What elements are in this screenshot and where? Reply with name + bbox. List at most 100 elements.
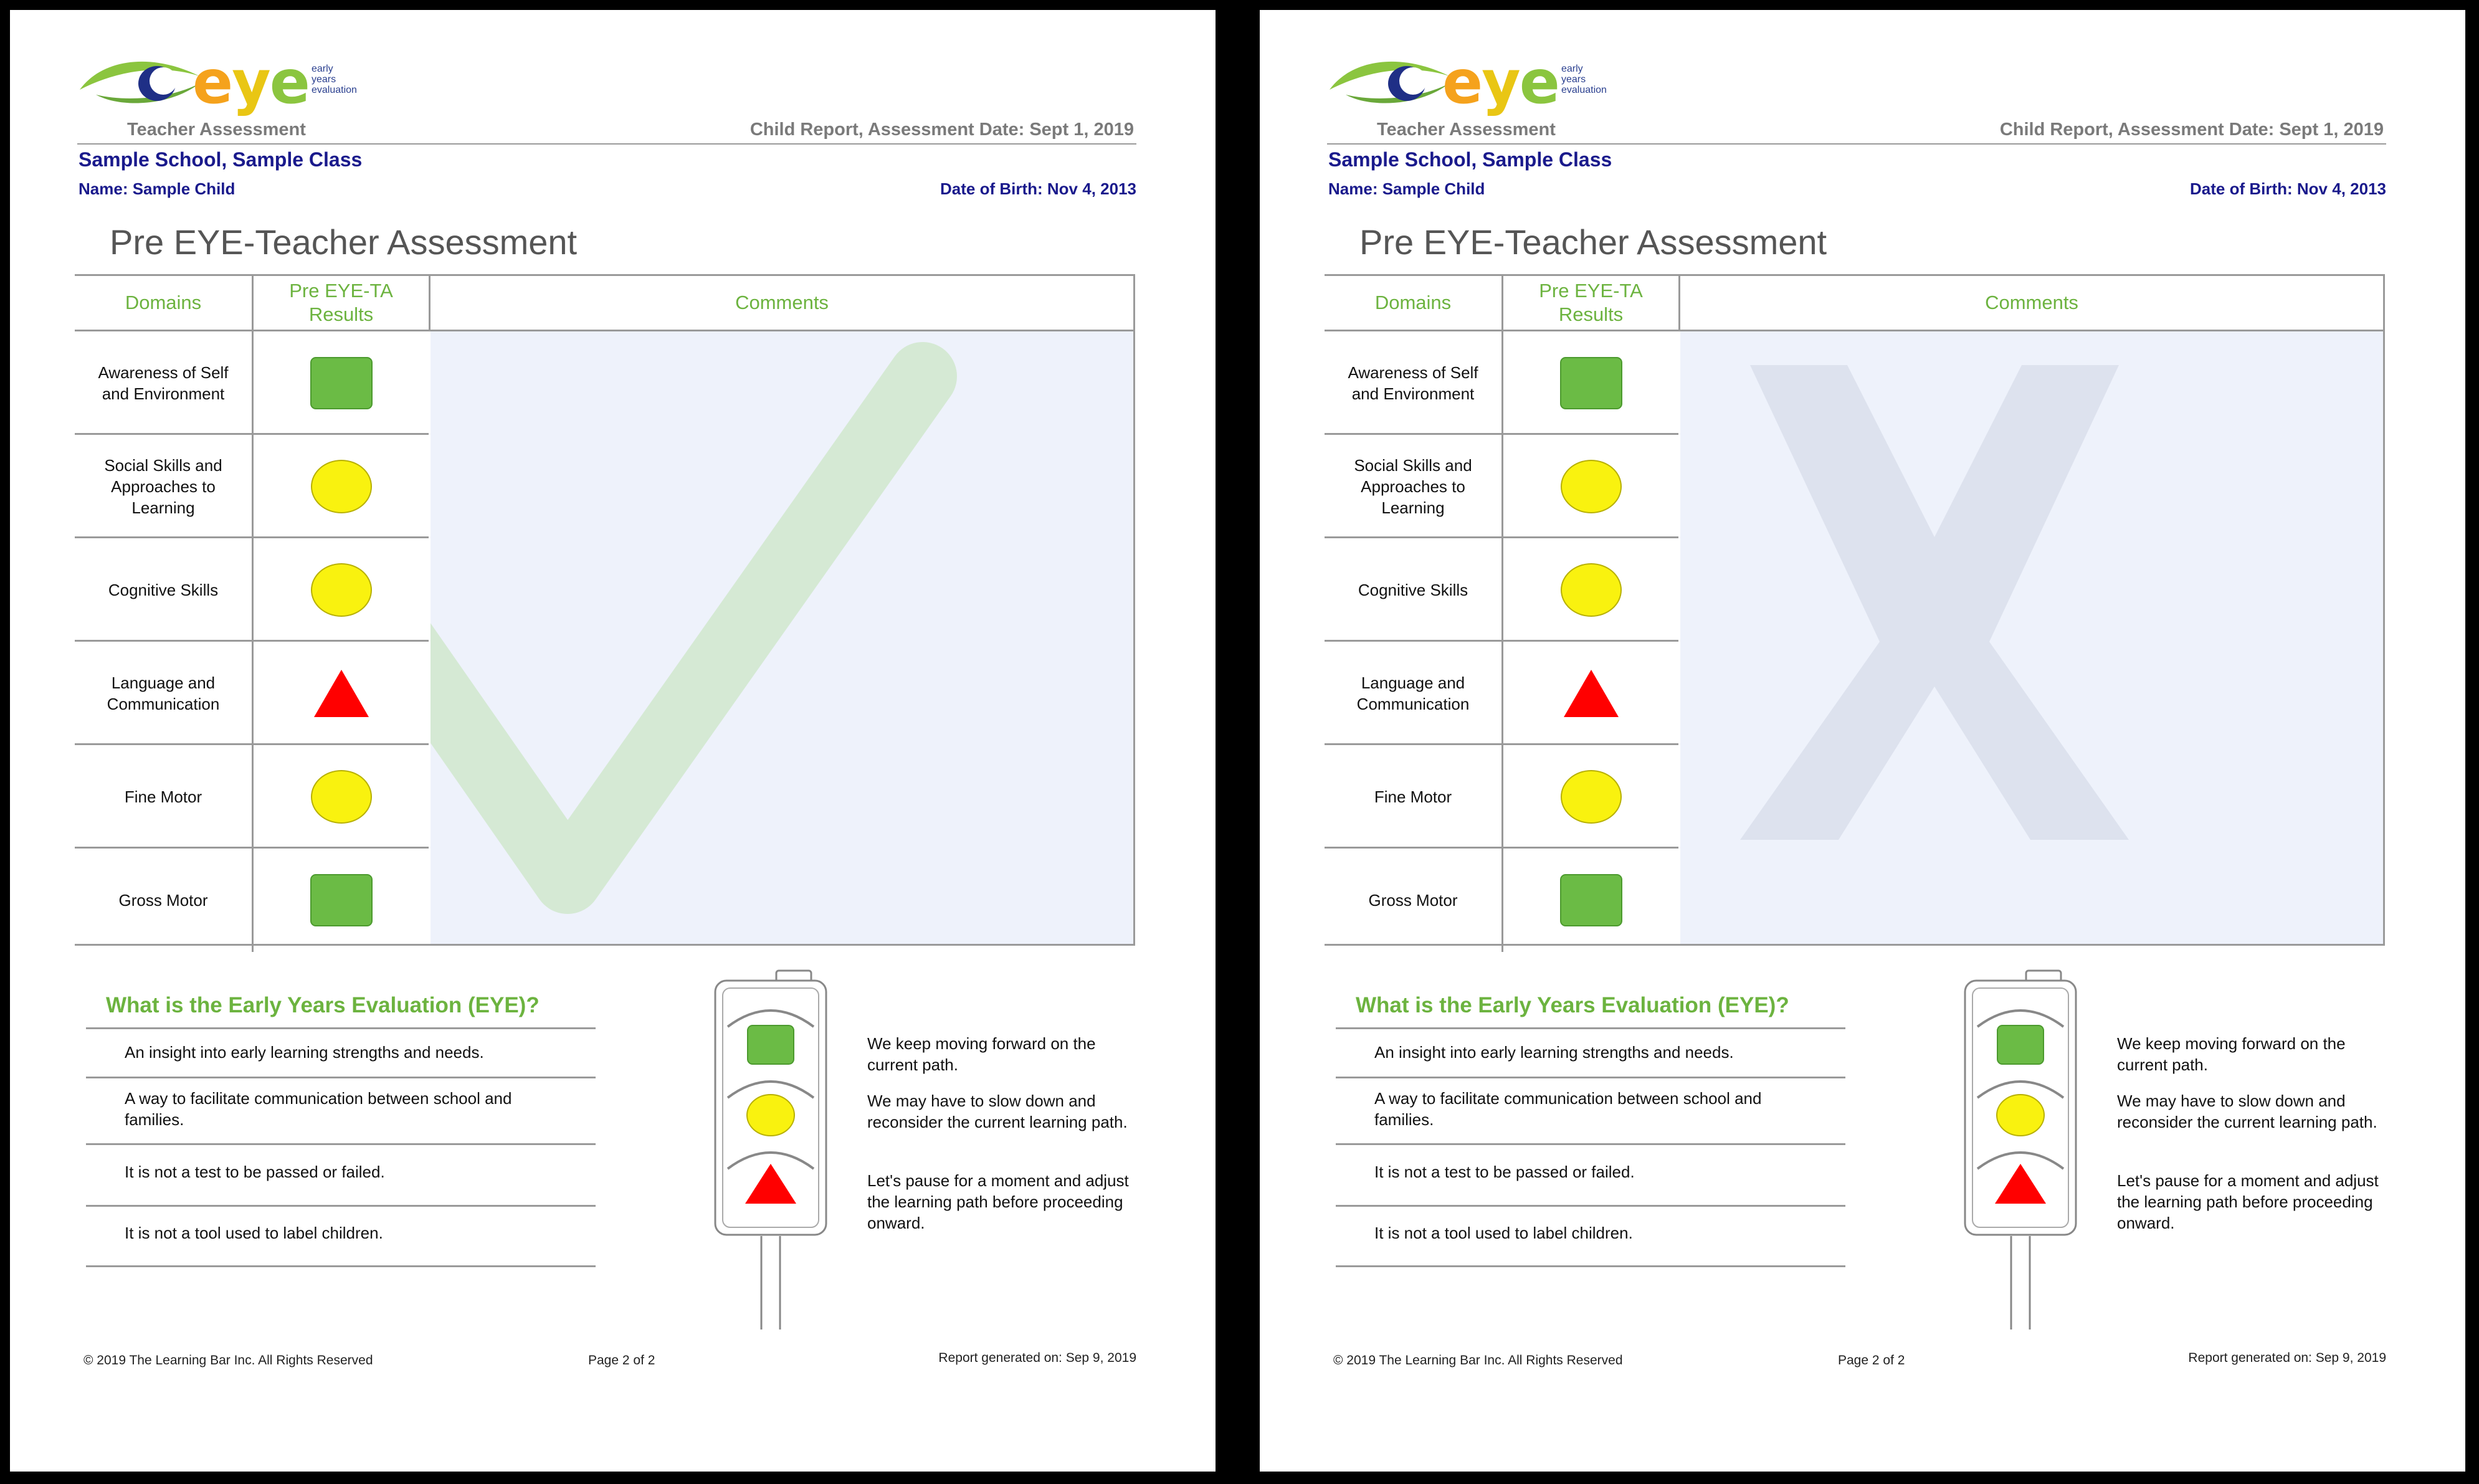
info-item: It is not a tool used to label children.: [125, 1224, 383, 1242]
yellow-circle-icon: [310, 460, 372, 513]
green-square-icon: [1559, 357, 1622, 409]
legend-yellow: We may have to slow down and reconsider …: [2117, 1092, 2377, 1131]
page-title: Pre EYE-Teacher Assessment: [110, 222, 578, 262]
assessment-type: Teacher Assessment: [127, 120, 306, 140]
result-cell: [1501, 642, 1678, 745]
report-date: Child Report, Assessment Date: Sept 1, 2…: [1999, 120, 2384, 140]
yellow-circle-icon: [1560, 770, 1622, 824]
result-cell: [252, 538, 429, 642]
domain-label: Cognitive Skills: [1358, 581, 1468, 599]
logo-tagline: early years evaluation: [312, 64, 357, 95]
report-page: eye early years evaluation Teacher Asses…: [10, 10, 1216, 1472]
yellow-circle-icon: [1560, 460, 1622, 513]
result-cell: [1501, 435, 1678, 538]
result-cell: [252, 435, 429, 538]
table-row: Gross Motor: [75, 849, 429, 952]
generated-date: Report generated on: Sep 9, 2019: [938, 1351, 1136, 1365]
domain-label: Social Skills and Approaches to Learning: [104, 456, 222, 517]
domain-label: Awareness of Self and Environment: [98, 363, 229, 403]
table-row: Cognitive Skills: [75, 538, 429, 642]
info-item: A way to facilitate communication betwee…: [1374, 1089, 1762, 1129]
info-title: What is the Early Years Evaluation (EYE)…: [1356, 993, 1789, 1017]
eye-swoosh-icon: [80, 61, 199, 103]
generated-date: Report generated on: Sep 9, 2019: [2188, 1351, 2386, 1365]
yellow-circle-icon: [310, 563, 372, 617]
result-cell: [1501, 538, 1678, 642]
child-name: Name: Sample Child: [79, 179, 236, 198]
domain-label: Gross Motor: [1368, 891, 1458, 910]
legend-yellow: We may have to slow down and reconsider …: [867, 1092, 1128, 1131]
column-header-domains: Domains: [1374, 292, 1452, 313]
comments-area: [431, 331, 1133, 944]
assessment-type: Teacher Assessment: [1377, 120, 1556, 140]
domain-label: Awareness of Self and Environment: [1348, 363, 1478, 403]
eye-swoosh-icon: [1330, 61, 1449, 103]
x-mark-icon: [1740, 365, 2129, 840]
copyright: © 2019 The Learning Bar Inc. All Rights …: [83, 1353, 373, 1367]
result-cell: [252, 331, 429, 435]
results-table: Domains Pre EYE-TA Results Comments Awar…: [75, 274, 1135, 952]
traffic-light-icon: [1964, 969, 2077, 1329]
page-number: Page 2 of 2: [1838, 1353, 1905, 1367]
eye-logo: eye early years evaluation: [77, 46, 401, 121]
domain-label: Gross Motor: [118, 891, 208, 910]
result-cell: [252, 745, 429, 849]
red-triangle-icon: [313, 670, 369, 717]
column-header-results: Pre EYE-TA Results: [1501, 276, 1678, 330]
legend-red: Let's pause for a moment and adjust the …: [867, 1171, 1129, 1232]
logo-tagline: early years evaluation: [1561, 64, 1607, 95]
green-square-icon: [310, 357, 373, 409]
yellow-circle-icon: [310, 770, 372, 824]
result-cell: [1501, 849, 1678, 952]
report-date: Child Report, Assessment Date: Sept 1, 2…: [749, 120, 1134, 140]
green-square-icon: [1559, 874, 1622, 926]
logo-wordmark: eye: [1442, 47, 1560, 117]
table-row: Gross Motor: [1325, 849, 1678, 952]
domain-label: Language and Communication: [107, 673, 220, 713]
info-item: A way to facilitate communication betwee…: [125, 1089, 512, 1129]
copyright: © 2019 The Learning Bar Inc. All Rights …: [1333, 1353, 1623, 1367]
column-header-domains: Domains: [125, 292, 202, 313]
column-header-results: Pre EYE-TA Results: [252, 276, 429, 330]
table-row: Social Skills and Approaches to Learning: [75, 435, 429, 538]
column-header-comments: Comments: [429, 276, 1133, 330]
table-row: Cognitive Skills: [1325, 538, 1678, 642]
info-item: It is not a tool used to label children.: [1374, 1224, 1633, 1242]
page-title: Pre EYE-Teacher Assessment: [1359, 222, 1827, 262]
school-name: Sample School, Sample Class: [79, 148, 363, 171]
table-row: Language and Communication: [75, 642, 429, 745]
results-table: Domains Pre EYE-TA Results Comments Awar…: [1325, 274, 2385, 952]
result-cell: [252, 642, 429, 745]
domain-label: Fine Motor: [1374, 787, 1452, 806]
result-cell: [252, 849, 429, 952]
column-header-comments: Comments: [1678, 276, 2383, 330]
green-square-icon: [310, 874, 373, 926]
page-number: Page 2 of 2: [588, 1353, 655, 1367]
school-name: Sample School, Sample Class: [1328, 148, 1612, 171]
domain-label: Social Skills and Approaches to Learning: [1354, 456, 1472, 517]
yellow-circle-icon: [1560, 563, 1622, 617]
table-row: Language and Communication: [1325, 642, 1678, 745]
info-item: An insight into early learning strengths…: [125, 1043, 484, 1062]
info-item: An insight into early learning strengths…: [1374, 1043, 1734, 1062]
checkmark-icon: [431, 342, 957, 914]
comments-area: [1680, 331, 2383, 944]
table-row: Awareness of Self and Environment: [75, 331, 429, 435]
domain-label: Cognitive Skills: [108, 581, 219, 599]
date-of-birth: Date of Birth: Nov 4, 2013: [940, 179, 1136, 198]
red-triangle-icon: [1563, 670, 1619, 717]
legend-red: Let's pause for a moment and adjust the …: [2117, 1171, 2379, 1232]
traffic-light-icon: [714, 969, 827, 1329]
table-row: Awareness of Self and Environment: [1325, 331, 1678, 435]
report-page: eye early years evaluation Teacher Asses…: [1260, 10, 2465, 1472]
logo-wordmark: eye: [193, 47, 310, 117]
report-header: Teacher Assessment Child Report, Assessm…: [1327, 116, 2386, 145]
eye-logo: eye early years evaluation: [1327, 46, 1651, 121]
domain-label: Language and Communication: [1356, 673, 1470, 713]
legend-green: We keep moving forward on the current pa…: [2117, 1034, 2346, 1074]
table-row: Social Skills and Approaches to Learning: [1325, 435, 1678, 538]
result-cell: [1501, 745, 1678, 849]
report-header: Teacher Assessment Child Report, Assessm…: [77, 116, 1136, 145]
child-name: Name: Sample Child: [1328, 179, 1485, 198]
info-item: It is not a test to be passed or failed.: [125, 1163, 385, 1181]
